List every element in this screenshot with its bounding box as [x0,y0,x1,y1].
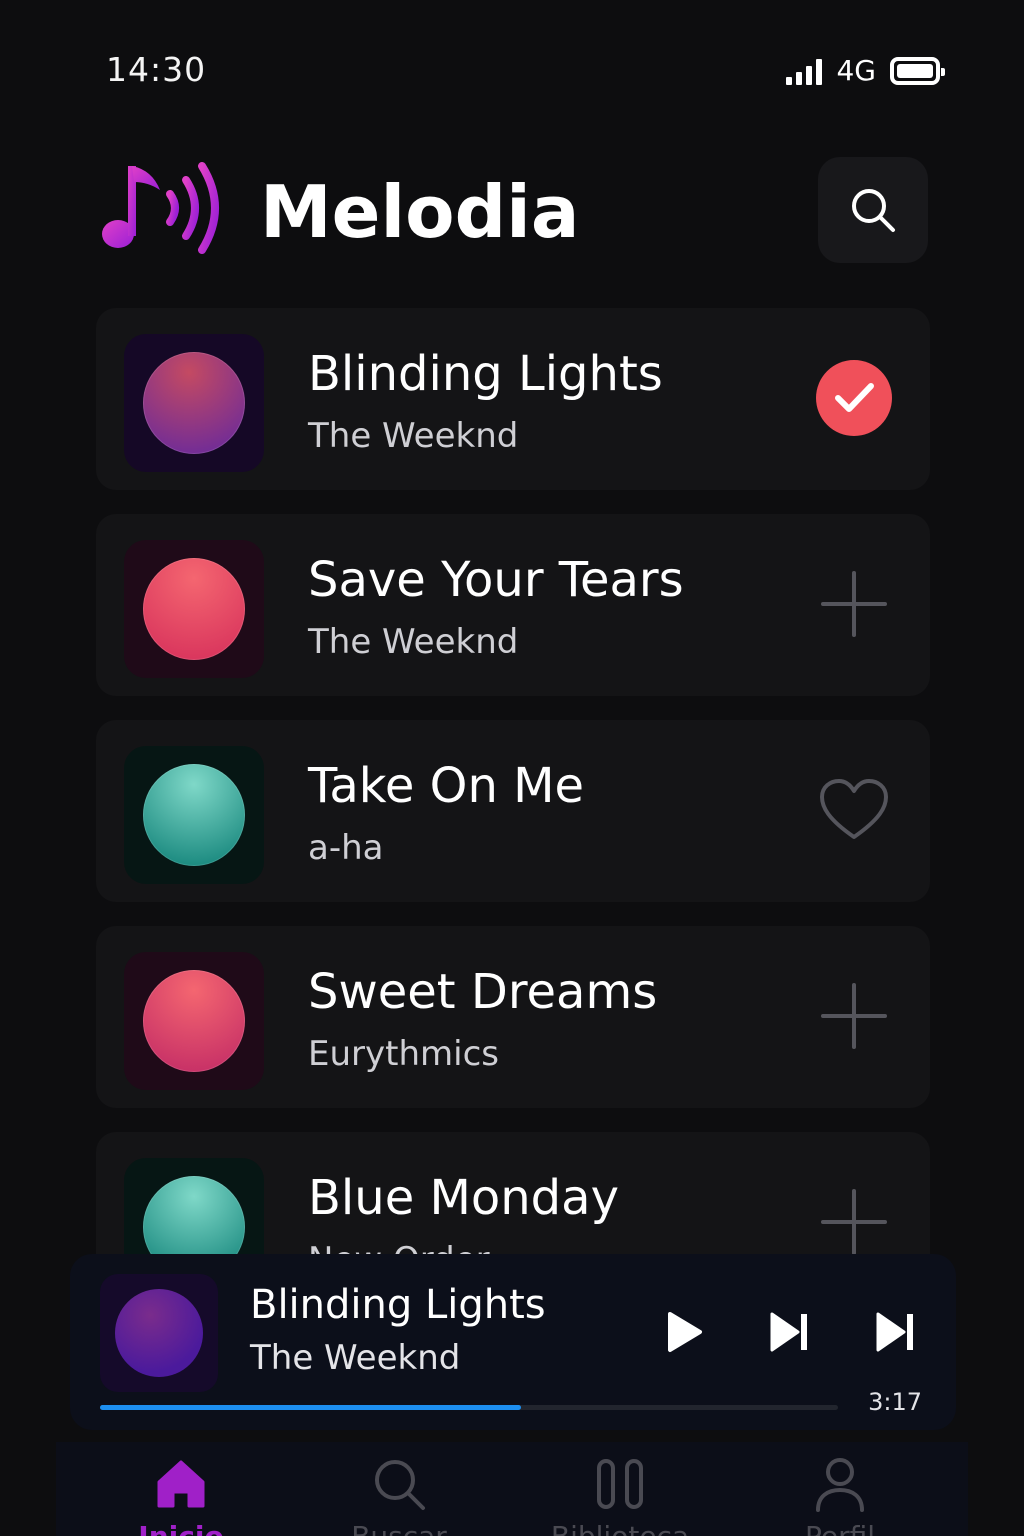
plus-icon [821,571,887,637]
check-icon [816,360,892,436]
song-artist: The Weeknd [308,416,519,456]
library-icon [590,1454,650,1514]
song-list[interactable]: Blinding Lights The Weeknd Save Your Tea… [0,0,1024,1254]
song-title: Blue Monday [308,1170,619,1226]
skip-next-icon [770,1312,807,1352]
nav-item-profile[interactable]: Perfil [750,1454,930,1536]
bottom-nav: Inicio Buscar Biblioteca Perfil [56,1442,968,1536]
skip-next-icon [876,1312,913,1352]
play-button[interactable] [654,1306,714,1358]
song-title: Save Your Tears [308,552,684,608]
song-title: Blinding Lights [308,346,663,402]
nav-label-library: Biblioteca [551,1520,689,1536]
nav-item-home[interactable]: Inicio [91,1454,271,1536]
plus-icon [821,983,887,1049]
plus-icon [821,1189,887,1254]
search-icon [369,1454,429,1514]
now-playing-artist: The Weeknd [250,1338,461,1378]
play-icon [668,1312,702,1352]
add-song-button[interactable] [814,1182,894,1254]
profile-icon [810,1454,870,1514]
heart-icon [820,779,888,839]
song-row[interactable]: Blinding Lights The Weeknd [96,308,930,490]
nav-label-home: Inicio [138,1520,223,1536]
now-playing-album-art [100,1274,218,1392]
song-artist: New Order [308,1240,490,1254]
song-row[interactable]: Sweet Dreams Eurythmics [96,926,930,1108]
add-song-button[interactable] [814,564,894,644]
song-title: Take On Me [308,758,585,814]
skip-forward-button[interactable] [866,1306,926,1358]
nav-label-search: Buscar [351,1520,447,1536]
favorite-button[interactable] [814,770,894,850]
album-art [124,746,264,884]
song-artist: Eurythmics [308,1034,499,1074]
elapsed-time: 3:17 [868,1388,922,1416]
song-row[interactable]: Take On Me a-ha [96,720,930,902]
next-track-button[interactable] [760,1306,820,1358]
album-art [124,540,264,678]
song-row[interactable]: Save Your Tears The Weeknd [96,514,930,696]
nav-label-profile: Perfil [805,1520,875,1536]
song-title: Sweet Dreams [308,964,658,1020]
album-art [124,952,264,1090]
now-playing-title: Blinding Lights [250,1282,546,1328]
song-artist: The Weeknd [308,622,519,662]
song-artist: a-ha [308,828,384,868]
album-art [124,334,264,472]
playback-progress-fill [100,1405,521,1410]
mini-player[interactable]: Blinding Lights The Weeknd 3:17 [70,1254,956,1430]
song-row[interactable]: Blue Monday New Order [96,1132,930,1254]
add-song-button[interactable] [814,976,894,1056]
nav-item-search[interactable]: Buscar [309,1454,489,1536]
playback-progress-bar[interactable] [100,1405,838,1410]
album-art [124,1158,264,1254]
home-icon [151,1454,211,1514]
nav-item-library[interactable]: Biblioteca [530,1454,710,1536]
added-check-button[interactable] [814,358,894,438]
